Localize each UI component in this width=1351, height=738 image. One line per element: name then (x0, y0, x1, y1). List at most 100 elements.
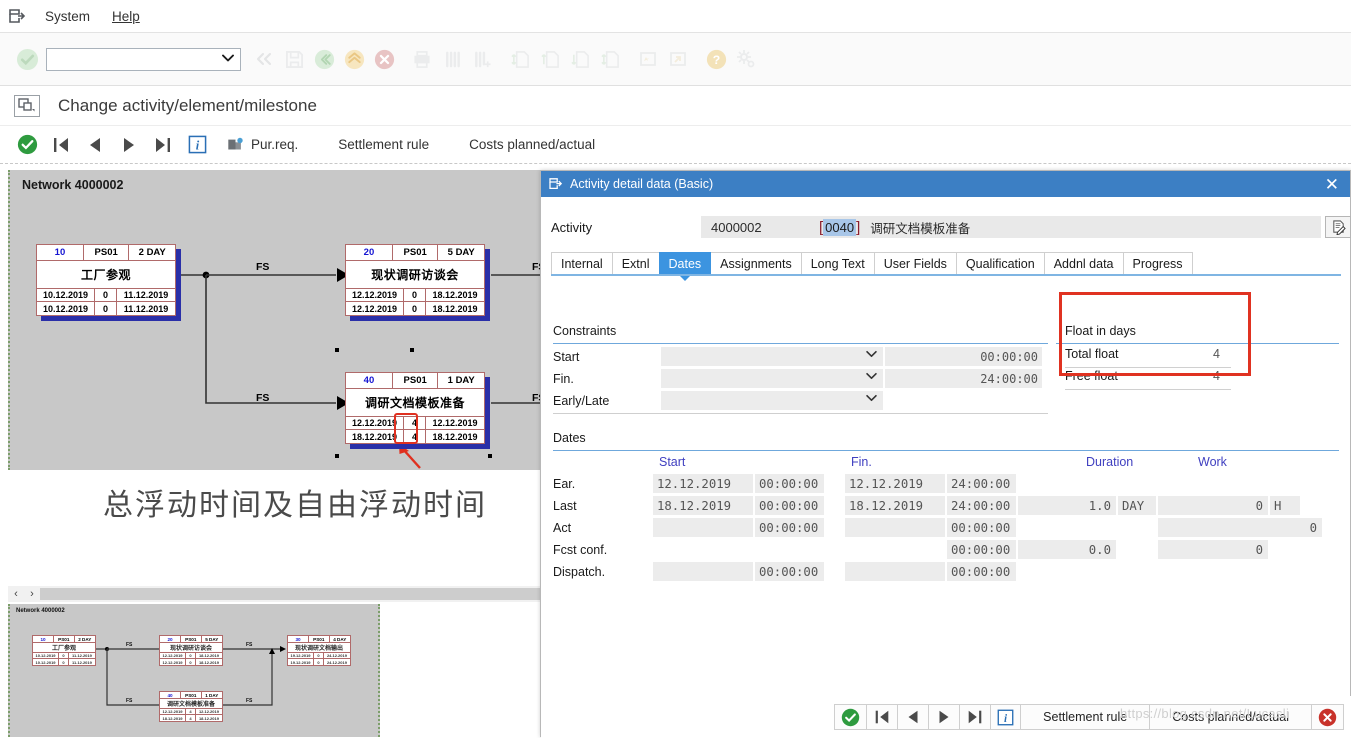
next-page-icon[interactable] (565, 42, 595, 76)
tab-progress[interactable]: Progress (1122, 252, 1193, 275)
settlement-rule-footer-button[interactable]: Settlement rule (1020, 704, 1151, 730)
chevron-down-icon[interactable] (866, 350, 877, 358)
thumbnail-node-20[interactable]: 20 PS01 5 DAY 现状调研访谈会 12.12.2019 0 18.12… (159, 635, 223, 666)
network-node-40[interactable]: 40 PS01 1 DAY 调研文档模板准备 12.12.2019 4 12.1… (345, 372, 490, 449)
last-icon[interactable] (146, 130, 180, 160)
activity-field-group[interactable]: 4000002 [ 0040 ] 调研文档模板准备 (701, 216, 1321, 238)
costs-planned-actual-footer-button[interactable]: Costs planned/actual (1149, 704, 1312, 730)
constraint-start-select[interactable] (661, 347, 883, 366)
fcst-duration-input[interactable]: 0.0 (1018, 540, 1116, 559)
constraint-fin-time-input[interactable]: 24:00:00 (980, 369, 1042, 388)
enter-ok-button[interactable] (10, 42, 44, 76)
last-start-time-input[interactable]: 00:00:00 (755, 496, 824, 515)
enter-icon[interactable] (10, 130, 44, 160)
continue-button[interactable] (834, 704, 868, 730)
network-graphic-canvas[interactable]: Network 4000002 FS FS FS FS 10 PS01 2 DA… (8, 170, 545, 470)
activity-network-value[interactable]: 4000002 (701, 220, 819, 235)
chevron-down-icon[interactable] (866, 372, 877, 380)
previous-page-icon[interactable] (535, 42, 565, 76)
menu-item-system[interactable]: System (34, 6, 101, 27)
scroll-track[interactable] (40, 588, 540, 600)
thumbnail-node-10[interactable]: 10 PS01 2 DAY 工厂参观 10.12.2019 0 11.12.20… (32, 635, 96, 666)
activity-number-input[interactable]: 0040 (823, 218, 857, 236)
ear-start-time-input[interactable]: 00:00:00 (755, 474, 824, 493)
tab-qualification[interactable]: Qualification (955, 252, 1045, 275)
last-fin-date-input[interactable]: 18.12.2019 (845, 496, 945, 515)
last-fin-time-input[interactable]: 24:00:00 (947, 496, 1016, 515)
tab-long-text[interactable]: Long Text (800, 252, 875, 275)
tab-addnl-data[interactable]: Addnl data (1043, 252, 1124, 275)
network-overview-thumbnail[interactable]: Network 4000002 FS FS FS FS 10 PS01 2 DA… (8, 604, 380, 737)
last-work-unit-input[interactable]: H (1270, 496, 1300, 515)
last-start-date-input[interactable]: 18.12.2019 (653, 496, 753, 515)
dispatch-fin-time-input[interactable]: 00:00:00 (947, 562, 1016, 581)
first-icon[interactable] (44, 130, 78, 160)
last-work-input[interactable]: 0 (1158, 496, 1268, 515)
act-start-time-input[interactable]: 00:00:00 (755, 518, 824, 537)
command-field[interactable] (46, 47, 241, 71)
print-icon[interactable] (407, 42, 437, 76)
customize-icon[interactable] (731, 42, 761, 76)
previous-icon[interactable] (78, 130, 112, 160)
constraint-early-late-select[interactable] (661, 391, 883, 410)
create-shortcut-icon[interactable] (663, 42, 693, 76)
dispatch-start-time-input[interactable]: 00:00:00 (755, 562, 824, 581)
screen-layout-icon[interactable] (14, 94, 40, 117)
long-text-icon[interactable] (1325, 216, 1351, 238)
fcst-work-input[interactable]: 0 (1158, 540, 1268, 559)
first-page-icon[interactable] (505, 42, 535, 76)
ear-start-date-input[interactable]: 12.12.2019 (653, 474, 753, 493)
thumbnail-node-30[interactable]: 30 PS01 4 DAY 现状调研文档输出 19.12.2019 0 24.1… (287, 635, 351, 666)
find-icon[interactable] (437, 42, 467, 76)
act-fin-time-input[interactable]: 00:00:00 (947, 518, 1016, 537)
info-button[interactable]: i (990, 704, 1022, 730)
constraint-start-time-input[interactable]: 00:00:00 (980, 347, 1042, 366)
act-fin-date-input[interactable] (845, 518, 945, 537)
activity-description-input[interactable]: 调研文档模板准备 (870, 218, 970, 237)
scroll-left-arrow-icon[interactable]: ‹ (8, 588, 24, 600)
tab-internal[interactable]: Internal (551, 252, 613, 275)
find-next-icon[interactable] (467, 42, 497, 76)
cancel-icon[interactable] (369, 42, 399, 76)
purchase-requisition-button[interactable]: Pur.req. (214, 136, 310, 154)
ear-fin-time-input[interactable]: 24:00:00 (947, 474, 1016, 493)
constraint-fin-select[interactable] (661, 369, 883, 388)
tab-user-fields[interactable]: User Fields (873, 252, 957, 275)
close-icon[interactable]: ✕ (1322, 176, 1342, 193)
cancel-button[interactable] (1311, 704, 1344, 730)
ear-fin-date-input[interactable]: 12.12.2019 (845, 474, 945, 493)
act-start-date-input[interactable] (653, 518, 753, 537)
previous-button[interactable] (897, 704, 930, 730)
act-work-input[interactable]: 0 (1158, 518, 1322, 537)
next-button[interactable] (928, 704, 961, 730)
back-double-icon[interactable] (249, 42, 279, 76)
last-page-icon[interactable] (595, 42, 625, 76)
last-button[interactable] (959, 704, 992, 730)
canvas-horizontal-scrollbar[interactable]: ‹ › (8, 586, 540, 602)
menu-item-help[interactable]: Help (101, 6, 151, 27)
thumbnail-node-40[interactable]: 40 PS01 1 DAY 调研文档模板准备 12.12.2019 4 12.1… (159, 691, 223, 722)
first-button[interactable] (866, 704, 899, 730)
fcst-fin-time-input[interactable]: 00:00:00 (947, 540, 1016, 559)
dispatch-fin-date-input[interactable] (845, 562, 945, 581)
exit-up-icon[interactable] (339, 42, 369, 76)
chevron-down-icon[interactable] (222, 53, 234, 63)
info-icon[interactable]: i (180, 130, 214, 160)
constraint-fin-date-input[interactable] (885, 369, 980, 388)
constraint-start-date-input[interactable] (885, 347, 980, 366)
last-duration-input[interactable]: 1.0 (1018, 496, 1116, 515)
save-icon[interactable] (279, 42, 309, 76)
settlement-rule-button[interactable]: Settlement rule (326, 137, 441, 152)
scroll-right-arrow-icon[interactable]: › (24, 588, 40, 600)
create-session-icon[interactable] (633, 42, 663, 76)
network-node-20[interactable]: 20 PS01 5 DAY 现状调研访谈会 12.12.2019 0 18.12… (345, 244, 490, 321)
costs-planned-actual-button[interactable]: Costs planned/actual (457, 137, 607, 152)
tab-assignments[interactable]: Assignments (710, 252, 802, 275)
last-duration-unit-input[interactable]: DAY (1118, 496, 1156, 515)
chevron-down-icon[interactable] (866, 394, 877, 402)
back-icon[interactable] (309, 42, 339, 76)
tab-extnl[interactable]: Extnl (611, 252, 660, 275)
network-node-10[interactable]: 10 PS01 2 DAY 工厂参观 10.12.2019 0 11.12.20… (36, 244, 181, 321)
tab-dates[interactable]: Dates (658, 252, 712, 275)
next-icon[interactable] (112, 130, 146, 160)
